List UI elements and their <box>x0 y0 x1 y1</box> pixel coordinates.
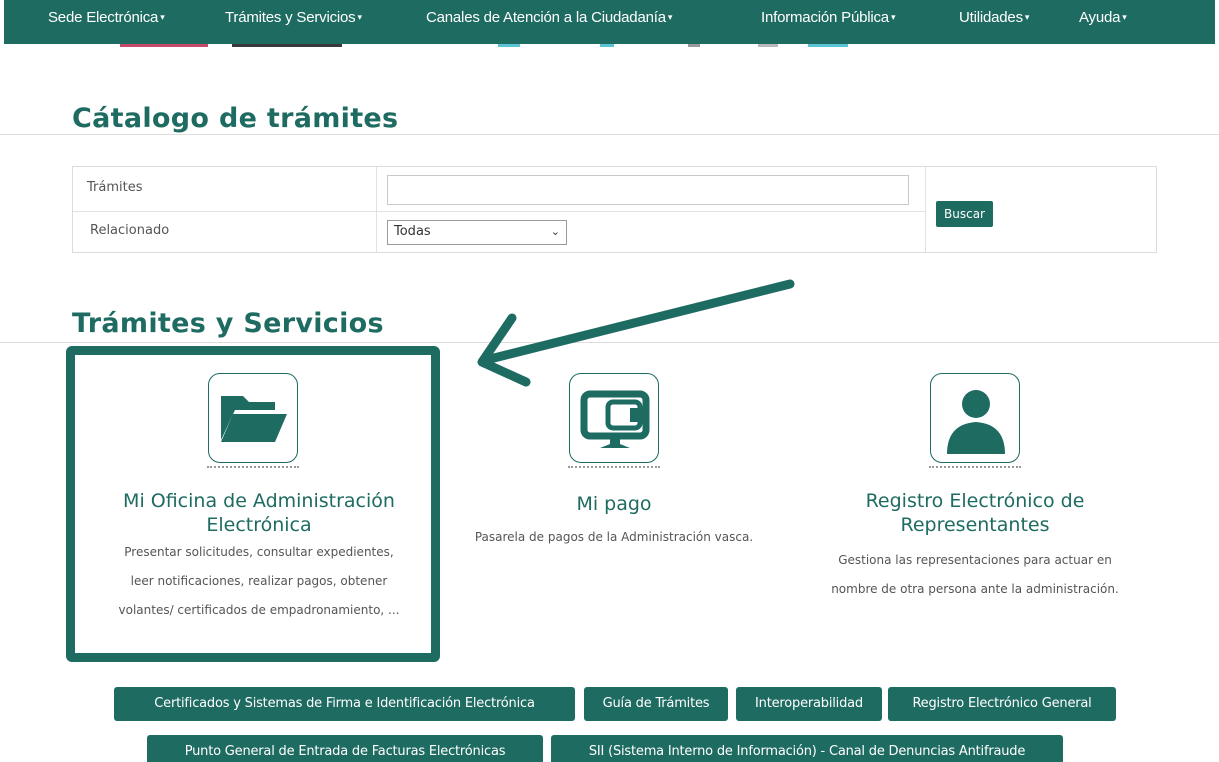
link-certificados-firma[interactable]: Certificados y Sistemas de Firma e Ident… <box>114 687 575 721</box>
card-title-registro-representantes[interactable]: Registro Electrónico de Representantes <box>800 489 1150 537</box>
tramites-search-input[interactable] <box>387 175 909 205</box>
banner-fragment <box>758 44 778 47</box>
link-registro-electronico-general[interactable]: Registro Electrónico General <box>888 687 1116 721</box>
caret-down-icon: ▾ <box>357 12 362 22</box>
catalog-title: Cátalogo de trámites <box>72 103 399 134</box>
card-title-line: Mi pago <box>576 493 652 515</box>
top-navigation-bar: Sede Electrónica ▾ Trámites y Servicios ▾ … <box>4 0 1215 44</box>
folder-icon[interactable] <box>208 373 298 463</box>
nav-item-label: Sede Electrónica <box>48 9 159 26</box>
nav-item-label: Utilidades <box>959 9 1023 26</box>
card-desc-line: Presentar solicitudes, consultar expedie… <box>124 545 394 559</box>
divider <box>73 211 925 212</box>
link-sii-denuncias[interactable]: SII (Sistema Interno de Información) - C… <box>551 735 1063 762</box>
person-icon[interactable] <box>930 373 1020 463</box>
card-desc-line: volantes/ certificados de empadronamient… <box>118 603 400 617</box>
nav-item-label: Información Pública <box>761 9 889 26</box>
caret-down-icon: ▾ <box>1122 12 1127 22</box>
nav-item-tramites-servicios[interactable]: Trámites y Servicios ▾ <box>225 9 362 26</box>
nav-item-label: Ayuda <box>1079 9 1121 26</box>
dotted-separator <box>568 466 660 468</box>
nav-item-label: Trámites y Servicios <box>225 9 356 26</box>
dotted-separator <box>207 466 299 468</box>
nav-item-utilidades[interactable]: Utilidades ▾ <box>959 9 1029 26</box>
card-desc-mi-oficina: Presentar solicitudes, consultar expedie… <box>76 538 442 625</box>
payment-terminal-icon[interactable] <box>569 373 659 463</box>
chevron-down-icon: ⌄ <box>550 225 560 238</box>
relacionado-label: Relacionado <box>90 223 170 238</box>
card-title-line: Registro Electrónico de <box>865 490 1085 512</box>
relacionado-select[interactable]: Todas ⌄ <box>387 220 567 245</box>
link-facturas-electronicas[interactable]: Punto General de Entrada de Facturas Ele… <box>147 735 543 762</box>
nav-item-label: Canales de Atención a la Ciudadanía <box>426 9 666 26</box>
tramites-label: Trámites <box>87 180 143 195</box>
nav-item-ayuda[interactable]: Ayuda ▾ <box>1079 9 1127 26</box>
divider <box>0 134 1219 135</box>
nav-item-sede-electronica[interactable]: Sede Electrónica ▾ <box>48 9 165 26</box>
banner-fragment <box>120 44 208 47</box>
banner-fragment <box>498 44 520 47</box>
caret-down-icon: ▾ <box>160 12 165 22</box>
card-title-line: Representantes <box>900 514 1050 536</box>
card-desc-line: leer notificaciones, realizar pagos, obt… <box>130 574 388 588</box>
card-title-mi-pago[interactable]: Mi pago <box>450 492 778 516</box>
nav-item-informacion-publica[interactable]: Información Pública ▾ <box>761 9 895 26</box>
link-interoperabilidad[interactable]: Interoperabilidad <box>736 687 882 721</box>
card-desc-line: Gestiona las representaciones para actua… <box>838 553 1112 567</box>
card-desc-mi-pago: Pasarela de pagos de la Administración v… <box>450 523 778 552</box>
caret-down-icon: ▾ <box>667 12 673 22</box>
divider <box>925 167 926 252</box>
card-title-mi-oficina[interactable]: Mi Oficina de Administración Electrónica <box>76 489 442 537</box>
card-desc-registro-representantes: Gestiona las representaciones para actua… <box>800 546 1150 604</box>
caret-down-icon: ▾ <box>1024 12 1030 22</box>
card-desc-line: Pasarela de pagos de la Administración v… <box>474 530 754 544</box>
nav-item-canales-atencion[interactable]: Canales de Atención a la Ciudadanía ▾ <box>426 9 672 26</box>
divider <box>376 167 377 252</box>
dotted-separator <box>929 466 1021 468</box>
link-guia-tramites[interactable]: Guía de Trámites <box>584 687 728 721</box>
services-title: Trámites y Servicios <box>72 308 384 339</box>
banner-fragment <box>600 44 614 47</box>
banner-fragment <box>808 44 848 47</box>
card-title-line: Mi Oficina de Administración <box>123 490 395 512</box>
select-value: Todas <box>394 224 431 239</box>
card-title-line: Electrónica <box>206 514 312 536</box>
caret-down-icon: ▾ <box>890 12 896 22</box>
banner-fragment <box>232 44 342 47</box>
banner-fragment <box>688 44 700 47</box>
catalog-search-form: Trámites Relacionado Todas ⌄ Buscar <box>72 166 1157 253</box>
search-button[interactable]: Buscar <box>936 201 993 227</box>
card-desc-line: nombre de otra persona ante la administr… <box>831 582 1119 596</box>
